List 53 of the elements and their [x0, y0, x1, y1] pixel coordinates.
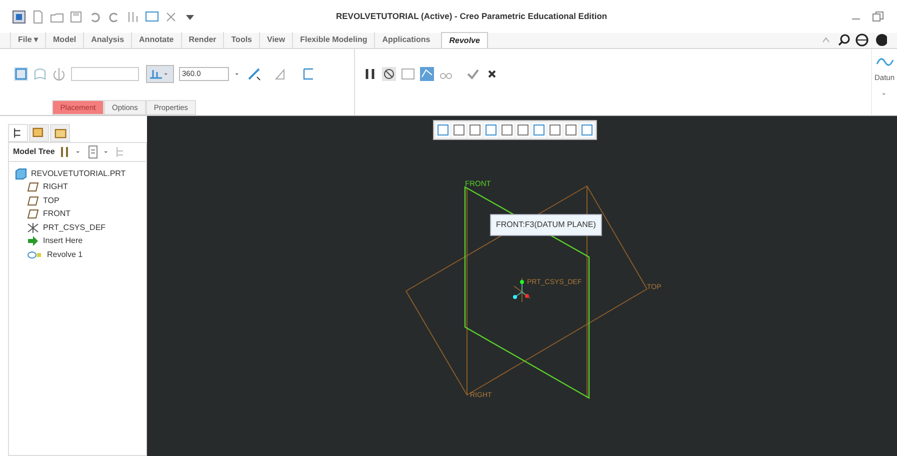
window-icon[interactable]	[145, 10, 159, 24]
ribbon-tab[interactable]: View	[259, 32, 292, 48]
surface-icon[interactable]	[33, 67, 47, 81]
ribbon-tab[interactable]: Flexible Modeling	[292, 32, 374, 48]
plane-icon	[27, 209, 39, 220]
tree-item[interactable]: Revolve 1	[27, 248, 140, 262]
cube-icon	[15, 168, 27, 180]
tooltip: FRONT:F3(DATUM PLANE)	[490, 214, 602, 236]
search-icon[interactable]	[837, 33, 851, 47]
ribbon-tab[interactable]: Revolve	[441, 32, 488, 48]
no-preview-icon[interactable]	[382, 67, 396, 81]
tree-item[interactable]: Insert Here	[27, 234, 140, 248]
solid-icon[interactable]	[14, 67, 28, 81]
flip-icon[interactable]	[247, 67, 261, 81]
angle-from-sketch-icon[interactable]	[149, 67, 163, 81]
list-icon[interactable]	[86, 145, 100, 159]
save-icon[interactable]	[69, 10, 83, 24]
close-window-icon[interactable]	[164, 10, 178, 24]
revolve-icon	[27, 250, 43, 260]
verify-icon[interactable]	[420, 67, 434, 81]
ribbon-tab[interactable]: Applications	[374, 32, 438, 48]
axis-field[interactable]	[71, 67, 139, 81]
thicken-icon[interactable]	[301, 67, 315, 81]
new-file-icon[interactable]	[31, 10, 45, 24]
checkmark-icon[interactable]	[466, 67, 480, 81]
globe-icon[interactable]	[855, 33, 869, 47]
plane-icon	[27, 182, 39, 192]
layers-icon[interactable]	[29, 124, 49, 142]
ribbon-tab[interactable]: File ▾	[10, 32, 46, 48]
preview-icon[interactable]	[401, 67, 415, 81]
graphics-viewport[interactable]	[147, 116, 897, 456]
tree-item[interactable]: PRT_CSYS_DEF	[27, 221, 140, 234]
plane-icon	[27, 196, 39, 206]
ribbon-tab[interactable]: Analysis	[83, 32, 132, 48]
folder-icon[interactable]	[50, 124, 70, 142]
tree-item[interactable]: RIGHT	[27, 180, 140, 194]
regenerate-icon[interactable]	[126, 10, 140, 24]
tree-item[interactable]: REVOLVETUTORIAL.PRT	[15, 167, 140, 180]
restore-icon[interactable]	[871, 10, 885, 24]
rotate-icon[interactable]	[52, 67, 66, 81]
arrow-icon	[27, 236, 39, 246]
ribbon-tab[interactable]: Model	[45, 32, 84, 48]
ribbon-tab[interactable]: Tools	[223, 32, 260, 48]
tree-item[interactable]: TOP	[27, 194, 140, 208]
ribbon-tab[interactable]: Render	[180, 32, 224, 48]
ribbon-tab[interactable]: Annotate	[131, 32, 181, 48]
panel-title: Model Tree	[13, 146, 55, 158]
coordinate-system-icon	[27, 222, 39, 234]
app-icon[interactable]	[12, 10, 26, 24]
wave-icon[interactable]	[876, 55, 894, 69]
window-title: REVOLVETUTORIAL (Active) - Creo Parametric Educational Edition	[336, 10, 608, 23]
pause-icon[interactable]	[363, 67, 377, 81]
tree-item[interactable]: FRONT	[27, 208, 140, 221]
